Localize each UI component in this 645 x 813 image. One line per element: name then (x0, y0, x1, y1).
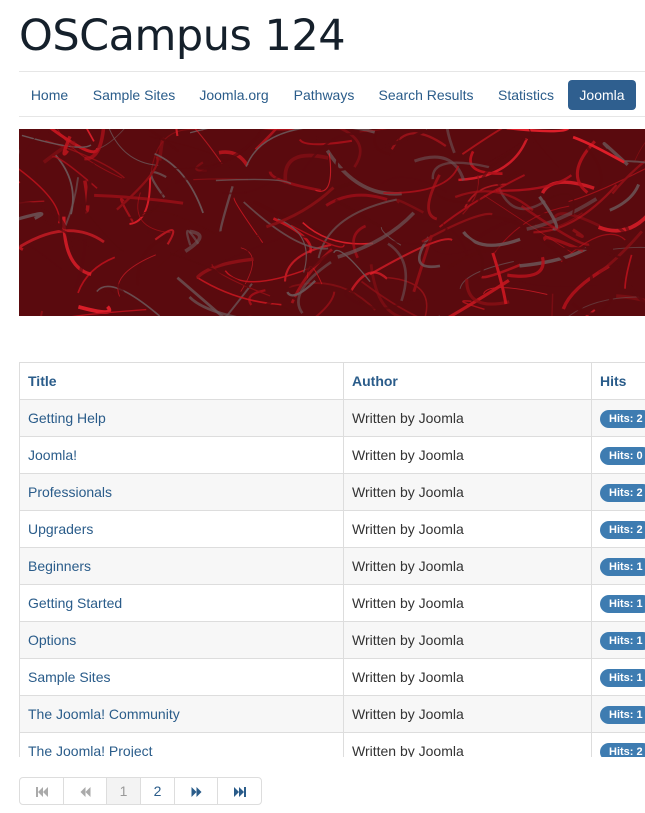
hits-badge: Hits: 1 (600, 557, 645, 576)
column-header-author[interactable]: Author (343, 362, 592, 400)
hits-cell: Hits: 2 (591, 732, 645, 757)
hits-badge: Hits: 2 (600, 409, 645, 428)
hits-cell: Hits: 1 (591, 621, 645, 659)
nav-item-joomla[interactable]: Joomla (568, 80, 636, 110)
hits-cell: Hits: 2 (591, 510, 645, 548)
article-author: Written by Joomla (343, 473, 592, 511)
article-author: Written by Joomla (343, 399, 592, 437)
table-row: The Joomla! Community Written by Joomla … (19, 695, 645, 733)
hits-badge: Hits: 0 (600, 446, 645, 465)
hits-badge: Hits: 1 (600, 705, 645, 724)
table-row: Getting Started Written by Joomla Hits: … (19, 584, 645, 622)
hero-banner-image (19, 129, 645, 316)
article-author: Written by Joomla (343, 732, 592, 757)
article-title-link[interactable]: Sample Sites (19, 658, 344, 696)
hits-badge: Hits: 2 (600, 483, 645, 502)
article-author: Written by Joomla (343, 510, 592, 548)
article-title-link[interactable]: Professionals (19, 473, 344, 511)
nav-item-sample-sites[interactable]: Sample Sites (84, 80, 184, 110)
article-title-link[interactable]: Options (19, 621, 344, 659)
article-author: Written by Joomla (343, 436, 592, 474)
nav-item-joomla-org[interactable]: Joomla.org (191, 80, 277, 110)
last-page-icon (233, 787, 246, 798)
table-row: Professionals Written by Joomla Hits: 2 (19, 473, 645, 511)
hits-badge: Hits: 1 (600, 668, 645, 687)
main-nav: Home Sample Sites Joomla.org Pathways Se… (19, 71, 645, 117)
hits-cell: Hits: 1 (591, 584, 645, 622)
article-title-link[interactable]: The Joomla! Community (19, 695, 344, 733)
hits-cell: Hits: 1 (591, 695, 645, 733)
hits-badge: Hits: 2 (600, 742, 645, 757)
article-title-link[interactable]: Joomla! (19, 436, 344, 474)
nav-item-home[interactable]: Home (19, 80, 80, 110)
table-row: The Joomla! Project Written by Joomla Hi… (19, 732, 645, 757)
article-title-link[interactable]: Upgraders (19, 510, 344, 548)
next-page-icon (191, 787, 201, 798)
table-header-row: Title Author Hits (19, 362, 645, 400)
hits-cell: Hits: 2 (591, 399, 645, 437)
article-author: Written by Joomla (343, 547, 592, 585)
article-title-link[interactable]: Beginners (19, 547, 344, 585)
articles-table: Title Author Hits Getting Help Written b… (19, 362, 645, 757)
last-page-button[interactable] (218, 778, 261, 804)
hits-badge: Hits: 1 (600, 594, 645, 613)
hits-cell: Hits: 1 (591, 658, 645, 696)
page-2-button[interactable]: 2 (141, 778, 175, 804)
table-row: Options Written by Joomla Hits: 1 (19, 621, 645, 659)
nav-item-statistics[interactable]: Statistics (490, 80, 562, 110)
hits-cell: Hits: 2 (591, 473, 645, 511)
article-title-link[interactable]: Getting Started (19, 584, 344, 622)
article-author: Written by Joomla (343, 658, 592, 696)
site-title[interactable]: OSCampus 124 (19, 10, 346, 62)
previous-page-icon (80, 787, 90, 798)
article-title-link[interactable]: The Joomla! Project (19, 732, 344, 757)
table-row: Upgraders Written by Joomla Hits: 2 (19, 510, 645, 548)
nav-item-pathways[interactable]: Pathways (286, 80, 362, 110)
hits-cell: Hits: 0 (591, 436, 645, 474)
column-header-hits[interactable]: Hits (591, 362, 645, 400)
article-author: Written by Joomla (343, 584, 592, 622)
hits-badge: Hits: 1 (600, 631, 645, 650)
table-row: Beginners Written by Joomla Hits: 1 (19, 547, 645, 585)
table-row: Getting Help Written by Joomla Hits: 2 (19, 399, 645, 437)
hits-badge: Hits: 2 (600, 520, 645, 539)
column-header-title[interactable]: Title (19, 362, 344, 400)
article-author: Written by Joomla (343, 695, 592, 733)
pagination: 1 2 (19, 777, 262, 805)
nav-item-search-results[interactable]: Search Results (371, 80, 481, 110)
red-grass-image (19, 129, 645, 316)
first-page-button[interactable] (20, 778, 64, 804)
table-row: Sample Sites Written by Joomla Hits: 1 (19, 658, 645, 696)
first-page-icon (35, 787, 48, 798)
table-row: Joomla! Written by Joomla Hits: 0 (19, 436, 645, 474)
article-author: Written by Joomla (343, 621, 592, 659)
hits-cell: Hits: 1 (591, 547, 645, 585)
page-1-button[interactable]: 1 (107, 778, 141, 804)
next-page-button[interactable] (175, 778, 218, 804)
article-title-link[interactable]: Getting Help (19, 399, 344, 437)
previous-page-button[interactable] (64, 778, 107, 804)
